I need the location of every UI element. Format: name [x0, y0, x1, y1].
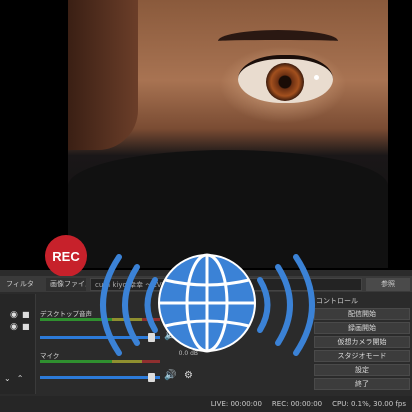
- broadcast-overlay: [100, 253, 315, 356]
- preview-image: [68, 0, 388, 268]
- chevron-up-icon[interactable]: ⌃: [17, 374, 24, 388]
- cpu-status: CPU: 0.1%, 30.00 fps: [332, 400, 406, 408]
- channel-name: マイク: [40, 352, 60, 360]
- eye-icon[interactable]: ◉: [10, 322, 18, 332]
- rec-status: REC: 00:00:00: [271, 400, 323, 408]
- obs-window: REC フィルタ 画像ファイル cum kiyo/幸幸 〜EV9 splash.…: [0, 0, 412, 412]
- lock-icon[interactable]: ■: [22, 310, 30, 319]
- photo-glint: [314, 75, 319, 80]
- volume-slider[interactable]: [40, 376, 160, 379]
- sources-dock: ◉ ■ ◉ ■ ⌄ ⌃: [0, 294, 36, 394]
- filter-button[interactable]: フィルタ: [2, 278, 42, 291]
- lock-icon[interactable]: ■: [22, 322, 30, 331]
- preview-canvas: [0, 0, 412, 270]
- photo-iris: [266, 63, 319, 101]
- source-controls: ⌄ ⌃: [0, 374, 36, 388]
- settings-button[interactable]: 設定: [314, 364, 410, 376]
- slider-knob[interactable]: [148, 373, 155, 382]
- volume-icon[interactable]: 🔊: [164, 370, 176, 381]
- eye-icon[interactable]: ◉: [10, 310, 18, 320]
- chevron-down-icon[interactable]: ⌄: [4, 374, 11, 388]
- exit-button[interactable]: 終了: [314, 378, 410, 390]
- live-status: LIVE: 00:00:00: [210, 400, 262, 408]
- source-type-label: 画像ファイル: [46, 277, 86, 291]
- gear-icon[interactable]: ⚙: [184, 370, 193, 381]
- globe-icon: [158, 253, 256, 353]
- photo-brow: [218, 30, 338, 52]
- photo-eye: [238, 55, 333, 103]
- rec-badge: REC: [45, 235, 87, 277]
- status-bar: LIVE: 00:00:00 REC: 00:00:00 CPU: 0.1%, …: [0, 396, 412, 412]
- browse-button[interactable]: 参照: [366, 277, 410, 291]
- photo-hand: [68, 0, 138, 150]
